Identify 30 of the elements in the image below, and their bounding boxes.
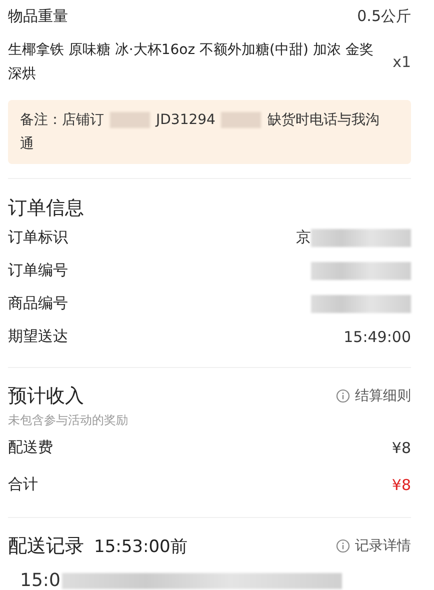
amount: ¥8 — [392, 438, 411, 456]
record-time: 15:0 — [20, 570, 60, 590]
field-value: 15:49:00 — [344, 328, 411, 346]
delivery-time: 15:53:00前 — [94, 536, 188, 558]
field-value: 京 — [296, 228, 311, 247]
field-label: 配送费 — [8, 438, 53, 457]
field-label: 物品重量 — [8, 6, 68, 26]
field-value: 0.5公斤 — [357, 6, 411, 26]
section-title: 预计收入 — [8, 384, 84, 409]
details-link[interactable]: 记录详情 — [336, 537, 411, 555]
field-label: 订单标识 — [8, 228, 68, 247]
section-title: 订单信息 — [8, 196, 85, 221]
field-label: 订单编号 — [8, 261, 68, 280]
note-text: 通 — [20, 135, 34, 154]
section-title: 配送记录 — [8, 534, 84, 559]
redaction-block — [110, 112, 150, 128]
note-text: JD31294 — [156, 111, 216, 130]
note-text: 备注：店铺订 — [20, 111, 104, 130]
field-label: 商品编号 — [8, 294, 68, 313]
rules-link[interactable]: 结算细则 — [336, 387, 411, 405]
field-label: 合计 — [8, 475, 38, 494]
info-icon — [336, 539, 350, 553]
note-text: 缺货时电话与我沟 — [267, 111, 380, 130]
section-subtitle: 未包含参与活动的奖励 — [8, 412, 129, 429]
field-label: 期望送达 — [8, 327, 68, 346]
amount: ¥8 — [392, 476, 411, 494]
info-icon — [336, 389, 350, 403]
quantity: x1 — [392, 53, 411, 71]
redaction-block — [221, 112, 262, 128]
product-name: 生椰拿铁 原味糖 冰·大杯16oz 不额外加糖(中甜) 加浓 金奖深烘 — [8, 41, 374, 84]
